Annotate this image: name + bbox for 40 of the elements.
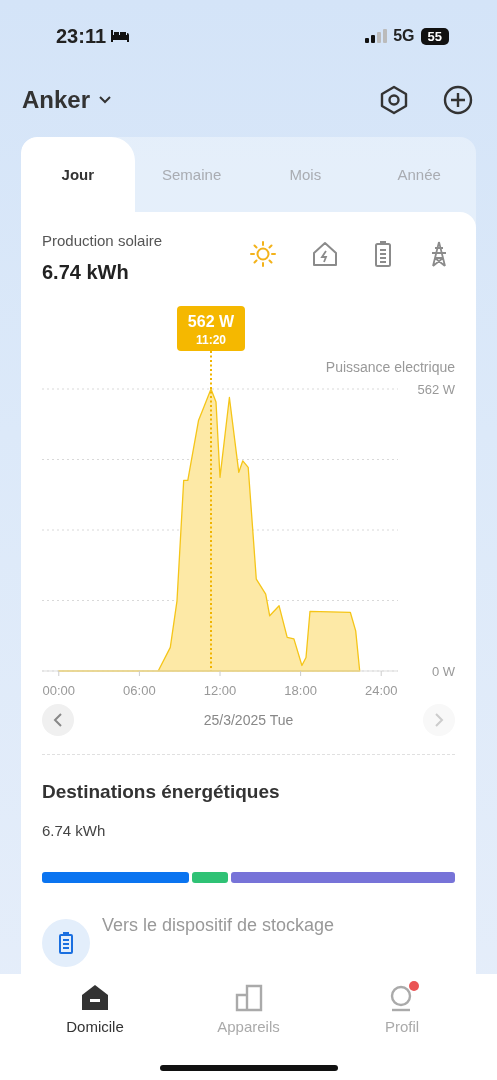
house-bolt-icon[interactable] xyxy=(311,240,339,268)
x-tick-label: 24:00 xyxy=(364,683,398,698)
battery-icon xyxy=(42,919,90,967)
x-tick-label: 00:00 xyxy=(42,683,76,698)
signal-icon xyxy=(365,29,388,43)
bed-icon xyxy=(110,29,131,43)
battery-indicator: 55 xyxy=(420,27,449,45)
destination-label[interactable]: Vers le dispositif de stockage xyxy=(102,915,335,937)
battery-icon[interactable] xyxy=(373,240,393,268)
chevron-down-icon xyxy=(98,95,113,105)
y-tick-label: 0 W xyxy=(431,664,455,679)
settings-icon[interactable] xyxy=(379,85,409,115)
house-icon xyxy=(80,984,110,1012)
clock: 23:11 xyxy=(56,24,107,48)
devices-icon xyxy=(233,984,264,1012)
destinations-value: 6.74 kWh xyxy=(42,822,107,839)
date-label: 25/3/2025 Tue xyxy=(203,712,294,728)
previous-day-button[interactable] xyxy=(42,704,74,736)
y-tick-label: 562 W xyxy=(417,382,455,397)
sun-icon[interactable] xyxy=(249,240,277,268)
chevron-right-icon xyxy=(434,713,444,727)
x-tick-label: 12:00 xyxy=(203,683,237,698)
add-icon[interactable] xyxy=(443,85,473,115)
period-tab[interactable]: Jour xyxy=(21,137,135,212)
summary-value: 6.74 kWh xyxy=(42,261,130,284)
axis-title: Puissance electrique xyxy=(325,359,455,375)
home-selector[interactable]: Anker xyxy=(22,86,113,114)
period-tab[interactable]: Mois xyxy=(248,137,363,212)
nav-tab[interactable]: Domicile xyxy=(40,974,150,1042)
summary-label: Production solaire xyxy=(42,232,163,249)
period-tab[interactable]: Semaine xyxy=(134,137,249,212)
x-tick-label: 18:00 xyxy=(284,683,317,698)
value-tooltip: 562 W 11:20 xyxy=(177,306,245,351)
section-title: Destinations énergétiques xyxy=(42,781,281,803)
x-tick-label: 06:00 xyxy=(123,683,156,698)
chevron-left-icon xyxy=(53,713,63,727)
period-tab[interactable]: Année xyxy=(362,137,476,212)
nav-tab[interactable]: Profil xyxy=(347,974,457,1042)
network-label: 5G xyxy=(393,27,415,45)
nav-tab[interactable]: Appareils xyxy=(193,974,304,1042)
